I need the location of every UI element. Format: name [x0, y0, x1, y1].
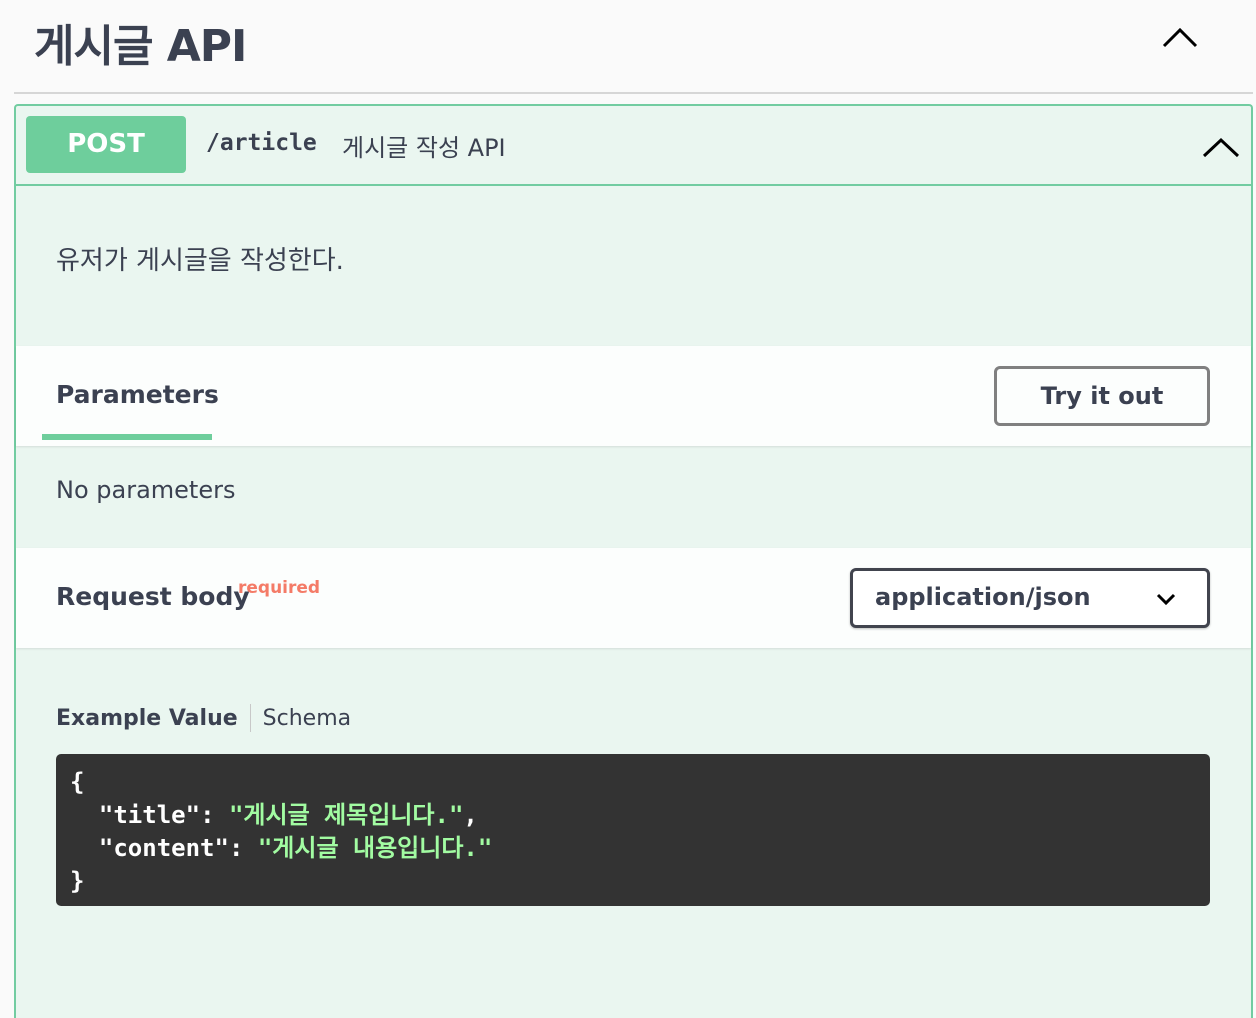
chevron-up-icon	[1202, 137, 1240, 158]
tag-title: 게시글 API	[34, 21, 247, 72]
code-value-title: "게시글 제목입니다."	[228, 801, 464, 829]
tab-example-value[interactable]: Example Value	[56, 706, 238, 731]
content-type-select[interactable]: application/json	[850, 568, 1210, 628]
tag-collapse-button[interactable]	[1162, 22, 1198, 52]
active-tab-indicator	[42, 434, 212, 440]
operation-description: 유저가 게시글을 작성한다.	[56, 246, 344, 276]
parameters-header: Parameters Try it out	[16, 346, 1251, 446]
code-open-brace: {	[70, 768, 85, 796]
request-body-title: Request body	[56, 582, 250, 611]
example-code-block[interactable]: { "title": "게시글 제목입니다.", "content": "게시글…	[56, 754, 1210, 906]
chevron-up-icon	[1162, 27, 1198, 48]
no-parameters-text: No parameters	[56, 476, 236, 504]
tag-header[interactable]: 게시글 API	[14, 0, 1253, 94]
code-key-content: "content"	[98, 834, 229, 862]
code-key-title: "title"	[98, 801, 201, 829]
method-badge: POST	[26, 116, 186, 173]
tab-divider	[249, 704, 251, 732]
code-close-brace: }	[70, 867, 85, 895]
try-it-out-button[interactable]: Try it out	[994, 366, 1210, 426]
tab-parameters[interactable]: Parameters	[56, 380, 219, 409]
operation-path[interactable]: /article	[206, 130, 317, 156]
required-badge: required	[238, 578, 321, 598]
content-type-value: application/json	[875, 583, 1091, 611]
tab-schema[interactable]: Schema	[263, 706, 351, 731]
code-trail-title: ,	[463, 801, 478, 829]
operation-collapse-button[interactable]	[1202, 132, 1240, 162]
code-value-content: "게시글 내용입니다."	[257, 834, 493, 862]
operation-summary: 게시글 작성 API	[342, 134, 506, 162]
request-body-header: Request body required application/json	[16, 548, 1251, 648]
opblock-summary[interactable]: POST /article 게시글 작성 API	[16, 106, 1251, 186]
opblock-post-article: POST /article 게시글 작성 API 유저가 게시글을 작성한다. …	[14, 104, 1253, 1018]
example-tabs: Example Value Schema	[56, 704, 351, 732]
chevron-down-icon	[1156, 593, 1176, 606]
